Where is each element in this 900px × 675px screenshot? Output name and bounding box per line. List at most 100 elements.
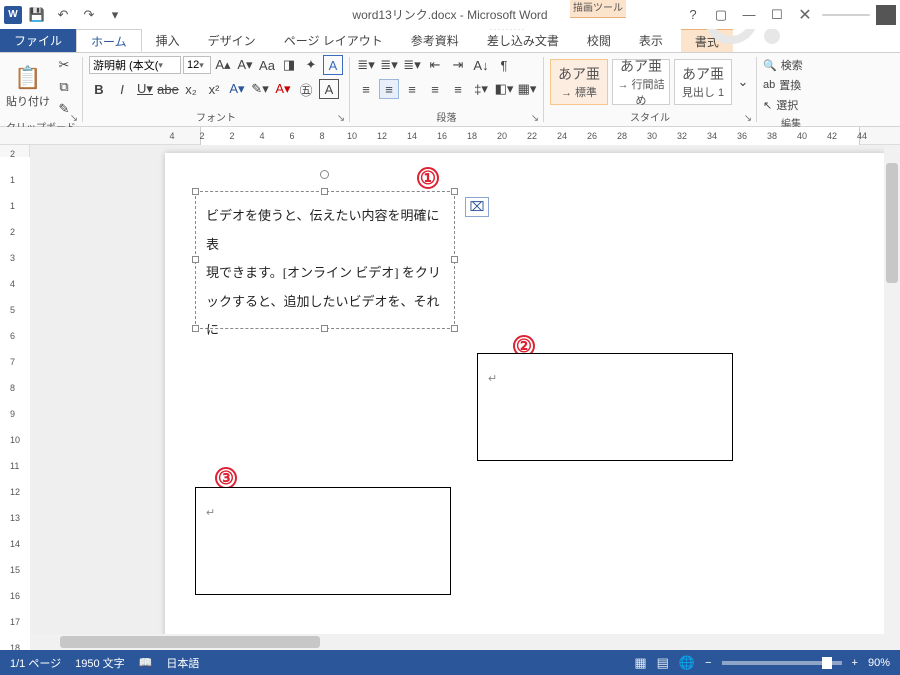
minimize-button[interactable]: — (738, 4, 760, 26)
tab-layout[interactable]: ページ レイアウト (270, 29, 397, 52)
subscript-button[interactable]: x₂ (181, 79, 201, 99)
font-color-button[interactable]: A▾ (273, 79, 293, 99)
user-avatar[interactable] (876, 5, 896, 25)
styles-dialog-launcher[interactable]: ↘ (742, 112, 754, 124)
status-language[interactable]: 日本語 (166, 655, 199, 671)
handle-w[interactable] (192, 256, 199, 263)
tab-view[interactable]: 表示 (625, 29, 677, 52)
char-border-button[interactable]: A (319, 79, 339, 99)
find-button[interactable]: 🔍検索 (763, 55, 819, 75)
tab-home[interactable]: ホーム (76, 29, 142, 52)
help-button[interactable]: ? (682, 4, 704, 26)
status-proofing-icon[interactable]: 📖 (139, 656, 153, 669)
borders-button[interactable]: ▦▾ (517, 79, 537, 99)
clear-format-button[interactable]: ◨ (279, 55, 299, 75)
tab-references[interactable]: 参考資料 (397, 29, 473, 52)
shading-button[interactable]: ◧▾ (494, 79, 514, 99)
tab-insert[interactable]: 挿入 (142, 29, 194, 52)
handle-e[interactable] (451, 256, 458, 263)
ruler-horizontal[interactable]: 4224681012141618202224262830323436384042… (0, 127, 900, 145)
distributed-button[interactable]: ≡ (448, 79, 468, 99)
align-right-button[interactable]: ≡ (402, 79, 422, 99)
align-center-button[interactable]: ≡ (379, 79, 399, 99)
status-wordcount[interactable]: 1950 文字 (75, 655, 125, 671)
scrollbar-horizontal[interactable] (30, 634, 884, 650)
textbox-1[interactable]: ビデオを使うと、伝えたい内容を明確に表 現できます。[オンライン ビデオ] をク… (195, 191, 455, 329)
scroll-thumb-v[interactable] (886, 163, 898, 283)
text-effects-button[interactable]: A▾ (227, 79, 247, 99)
view-read-button[interactable]: ▦ (634, 655, 646, 671)
sort-button[interactable]: A↓ (471, 55, 491, 75)
clipboard-dialog-launcher[interactable]: ↘ (68, 112, 80, 124)
multilevel-button[interactable]: ≣▾ (402, 55, 422, 75)
undo-button[interactable]: ↶ (52, 4, 74, 26)
tab-review[interactable]: 校閲 (573, 29, 625, 52)
line-spacing-button[interactable]: ‡▾ (471, 79, 491, 99)
show-marks-button[interactable]: ¶ (494, 55, 514, 75)
style-nospacing[interactable]: あア亜 → 行間詰め (612, 59, 670, 105)
handle-sw[interactable] (192, 325, 199, 332)
justify-button[interactable]: ≡ (425, 79, 445, 99)
phonetic-guide-button[interactable]: ✦ (301, 55, 321, 75)
font-size-combo[interactable]: 12 (183, 56, 211, 74)
page[interactable]: ① ⌧ ビデオを使うと、伝えたい内容を明確に表 現できます。[オンライン ビデオ… (165, 153, 885, 650)
handle-se[interactable] (451, 325, 458, 332)
style-normal[interactable]: あア亜 → 標準 (550, 59, 608, 105)
handle-ne[interactable] (451, 188, 458, 195)
zoom-slider-knob[interactable] (822, 657, 832, 669)
tab-mailings[interactable]: 差し込み文書 (473, 29, 573, 52)
numbering-button[interactable]: ≣▾ (379, 55, 399, 75)
ruler-vertical[interactable]: 2112345678910111213141516171819 (0, 145, 30, 650)
superscript-button[interactable]: x² (204, 79, 224, 99)
increase-indent-button[interactable]: ⇥ (448, 55, 468, 75)
font-name-combo[interactable]: 游明朝 (本文( (89, 56, 181, 74)
tab-design[interactable]: デザイン (194, 29, 270, 52)
zoom-slider[interactable] (722, 661, 842, 665)
qat-customize[interactable]: ▾ (104, 4, 126, 26)
increase-font-button[interactable]: A▴ (213, 55, 233, 75)
char-shading-button[interactable]: ㊄ (296, 79, 316, 99)
font-dialog-launcher[interactable]: ↘ (335, 112, 347, 124)
handle-nw[interactable] (192, 188, 199, 195)
zoom-level[interactable]: 90% (868, 657, 890, 669)
paste-button[interactable]: 📋 貼り付け (6, 65, 50, 109)
tab-file[interactable]: ファイル (0, 29, 76, 52)
redo-button[interactable]: ↷ (78, 4, 100, 26)
maximize-button[interactable]: ☐ (766, 4, 788, 26)
zoom-in-button[interactable]: + (852, 657, 858, 669)
textbox-2[interactable]: ↵ (477, 353, 733, 461)
copy-button[interactable]: ⧉ (54, 77, 74, 97)
styles-more-button[interactable]: ⌄ (736, 72, 750, 92)
handle-rotate[interactable] (320, 170, 329, 179)
select-button[interactable]: ↖選択 (763, 95, 819, 115)
bold-button[interactable]: B (89, 79, 109, 99)
decrease-indent-button[interactable]: ⇤ (425, 55, 445, 75)
tab-format[interactable]: 書式 (681, 29, 733, 52)
handle-n[interactable] (321, 188, 328, 195)
scrollbar-vertical[interactable] (884, 145, 900, 650)
layout-options-button[interactable]: ⌧ (465, 197, 489, 217)
scroll-thumb-h[interactable] (60, 636, 320, 648)
view-web-button[interactable]: 🌐 (679, 655, 695, 671)
cut-button[interactable]: ✂ (54, 55, 74, 75)
italic-button[interactable]: I (112, 79, 132, 99)
replace-button[interactable]: ab置換 (763, 75, 819, 95)
change-case-button[interactable]: Aa (257, 55, 277, 75)
textbox-3[interactable]: ↵ (195, 487, 451, 595)
highlight-button[interactable]: ✎▾ (250, 79, 270, 99)
ribbon-display-options[interactable]: ▢ (710, 4, 732, 26)
close-button[interactable]: ✕ (794, 4, 816, 26)
handle-s[interactable] (321, 325, 328, 332)
underline-button[interactable]: U▾ (135, 79, 155, 99)
bullets-button[interactable]: ≣▾ (356, 55, 376, 75)
save-button[interactable]: 💾 (26, 4, 48, 26)
paragraph-dialog-launcher[interactable]: ↘ (529, 112, 541, 124)
view-print-button[interactable]: ▤ (657, 655, 669, 671)
decrease-font-button[interactable]: A▾ (235, 55, 255, 75)
status-page[interactable]: 1/1 ページ (10, 655, 61, 671)
strike-button[interactable]: abe (158, 79, 178, 99)
style-heading1[interactable]: あア亜 見出し 1 (674, 59, 732, 105)
align-left-button[interactable]: ≡ (356, 79, 376, 99)
zoom-out-button[interactable]: − (705, 657, 711, 669)
enclose-char-button[interactable]: A (323, 55, 343, 75)
